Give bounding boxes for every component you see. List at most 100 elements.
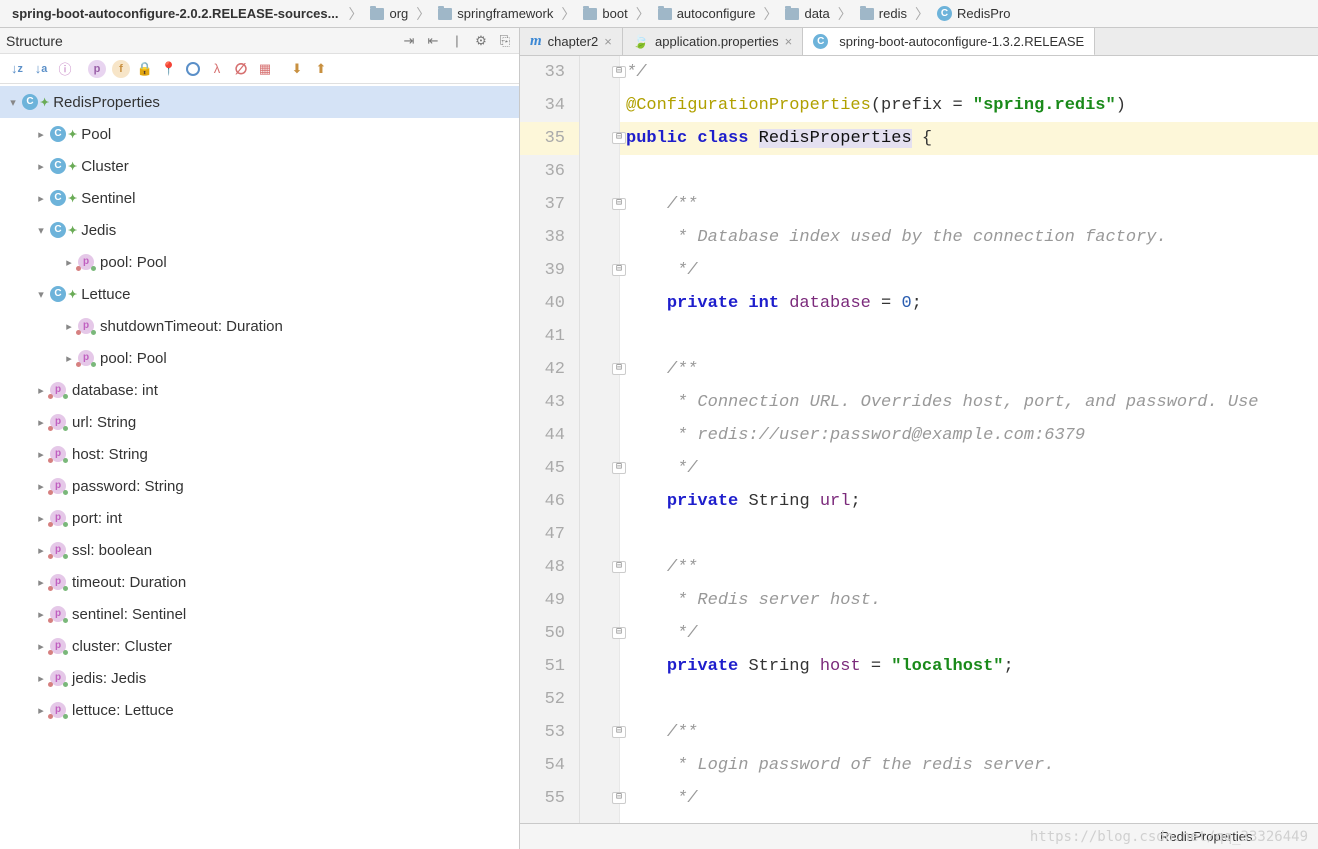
fold-icon[interactable]: ⊟ — [612, 198, 626, 210]
tree-row[interactable]: ▸ppool: Pool — [0, 246, 519, 278]
tree-row[interactable]: ▸ptimeout: Duration — [0, 566, 519, 598]
line-number[interactable]: 45 — [520, 452, 579, 485]
tree-row[interactable]: ▸pport: int — [0, 502, 519, 534]
breadcrumb-item[interactable]: redis — [854, 0, 913, 27]
code-line[interactable]: private int database = 0; — [620, 287, 1318, 320]
code-line[interactable]: @ConfigurationProperties(prefix = "sprin… — [620, 89, 1318, 122]
editor-tab[interactable]: Cspring-boot-autoconfigure-1.3.2.RELEASE — [803, 28, 1095, 56]
code-line[interactable]: * Login password of the redis server. — [620, 749, 1318, 782]
circle-icon[interactable] — [182, 58, 204, 80]
tree-row[interactable]: ▸plettuce: Lettuce — [0, 694, 519, 726]
tree-row[interactable]: ▸psentinel: Sentinel — [0, 598, 519, 630]
close-icon[interactable]: × — [785, 34, 793, 49]
line-number[interactable]: 39 — [520, 254, 579, 287]
tree-row[interactable]: ▸C✦Pool — [0, 118, 519, 150]
hide-icon[interactable]: ⎘ — [497, 33, 513, 49]
line-number[interactable]: 53 — [520, 716, 579, 749]
code-line[interactable] — [620, 320, 1318, 353]
line-number[interactable]: 33 — [520, 56, 579, 89]
structure-tree[interactable]: ▾ C ✦ RedisProperties ▸C✦Pool▸C✦Cluster▸… — [0, 84, 519, 849]
editor-tab[interactable]: 🍃application.properties× — [623, 28, 803, 55]
tree-row[interactable]: ▸ppool: Pool — [0, 342, 519, 374]
line-number[interactable]: 51 — [520, 650, 579, 683]
chevron-down-icon[interactable]: ▾ — [32, 288, 50, 301]
tree-row[interactable]: ▸ppassword: String — [0, 470, 519, 502]
line-number[interactable]: 54 — [520, 749, 579, 782]
tree-row[interactable]: ▾C✦Jedis — [0, 214, 519, 246]
breadcrumb-item[interactable]: springframework — [432, 0, 559, 27]
breadcrumb-file[interactable]: CRedisPro — [931, 0, 1016, 27]
fold-icon[interactable]: ⊟ — [612, 66, 626, 78]
line-number[interactable]: 52 — [520, 683, 579, 716]
breadcrumb-item[interactable]: boot — [577, 0, 633, 27]
tree-row[interactable]: ▸phost: String — [0, 438, 519, 470]
breadcrumb-item[interactable]: autoconfigure — [652, 0, 762, 27]
chevron-right-icon[interactable]: ▸ — [32, 192, 50, 205]
show-properties-icon[interactable]: p — [88, 60, 106, 78]
tree-root-row[interactable]: ▾ C ✦ RedisProperties — [0, 86, 519, 118]
line-number[interactable]: 41 — [520, 320, 579, 353]
line-number[interactable]: 55 — [520, 782, 579, 815]
chevron-down-icon[interactable]: ▾ — [4, 96, 22, 109]
line-number[interactable]: 48 — [520, 551, 579, 584]
expand-icon[interactable]: ⇤ — [425, 33, 441, 49]
code-line[interactable]: /** — [620, 188, 1318, 221]
chevron-right-icon[interactable]: ▸ — [32, 128, 50, 141]
tree-row[interactable]: ▸C✦Cluster — [0, 150, 519, 182]
code-line[interactable]: * Database index used by the connection … — [620, 221, 1318, 254]
fold-icon[interactable]: ⊟ — [612, 792, 626, 804]
code-line[interactable]: */ — [620, 56, 1318, 89]
line-number[interactable]: 35 — [520, 122, 579, 155]
code-area[interactable]: */@ConfigurationProperties(prefix = "spr… — [620, 56, 1318, 823]
fold-icon[interactable]: ⊟ — [612, 561, 626, 573]
tree-row[interactable]: ▸pshutdownTimeout: Duration — [0, 310, 519, 342]
show-fields-icon[interactable]: f — [112, 60, 130, 78]
tree-row[interactable]: ▸pcluster: Cluster — [0, 630, 519, 662]
code-line[interactable]: /** — [620, 551, 1318, 584]
tree-row[interactable]: ▸purl: String — [0, 406, 519, 438]
fold-icon[interactable]: ⊟ — [612, 363, 626, 375]
line-number[interactable]: 37 — [520, 188, 579, 221]
tree-row[interactable]: ▸pdatabase: int — [0, 374, 519, 406]
tree-row[interactable]: ▸C✦Sentinel — [0, 182, 519, 214]
close-icon[interactable]: × — [604, 34, 612, 49]
breadcrumb-root[interactable]: spring-boot-autoconfigure-2.0.2.RELEASE-… — [4, 0, 346, 27]
line-number[interactable]: 34 — [520, 89, 579, 122]
lock-icon[interactable]: 🔒 — [134, 58, 156, 80]
code-line[interactable] — [620, 518, 1318, 551]
upload-icon[interactable]: ⬆ — [310, 58, 332, 80]
collapse-icon[interactable]: ⇥ — [401, 33, 417, 49]
fold-icon[interactable]: ⊟ — [612, 462, 626, 474]
line-number[interactable]: 42 — [520, 353, 579, 386]
line-number[interactable]: 44 — [520, 419, 579, 452]
code-line[interactable]: */ — [620, 782, 1318, 815]
code-line[interactable]: * Connection URL. Overrides host, port, … — [620, 386, 1318, 419]
code-line[interactable]: */ — [620, 617, 1318, 650]
code-line[interactable] — [620, 683, 1318, 716]
line-number[interactable]: 47 — [520, 518, 579, 551]
fold-icon[interactable]: ⊟ — [612, 627, 626, 639]
tree-row[interactable]: ▸pssl: boolean — [0, 534, 519, 566]
code-line[interactable]: /** — [620, 353, 1318, 386]
layout-icon[interactable]: ▦ — [254, 58, 276, 80]
chevron-right-icon[interactable]: ▸ — [32, 160, 50, 173]
anon-icon[interactable]: ∅ — [230, 58, 252, 80]
chevron-down-icon[interactable]: ▾ — [32, 224, 50, 237]
line-number[interactable]: 43 — [520, 386, 579, 419]
code-line[interactable]: * redis://user:password@example.com:6379 — [620, 419, 1318, 452]
breadcrumb-item[interactable]: data — [779, 0, 835, 27]
tree-row[interactable]: ▾C✦Lettuce — [0, 278, 519, 310]
line-number[interactable]: 46 — [520, 485, 579, 518]
fold-icon[interactable]: ⊟ — [612, 132, 626, 144]
download-icon[interactable]: ⬇ — [286, 58, 308, 80]
breadcrumb-item[interactable]: org — [364, 0, 414, 27]
line-number[interactable]: 49 — [520, 584, 579, 617]
line-number[interactable]: 50 — [520, 617, 579, 650]
line-number[interactable]: 36 — [520, 155, 579, 188]
sort-a-icon[interactable]: ↓a — [30, 58, 52, 80]
code-line[interactable]: public class RedisProperties { — [620, 122, 1318, 155]
fold-icon[interactable]: ⊟ — [612, 726, 626, 738]
line-number[interactable]: 38 — [520, 221, 579, 254]
code-line[interactable]: */ — [620, 254, 1318, 287]
gear-icon[interactable]: ⚙ — [473, 33, 489, 49]
